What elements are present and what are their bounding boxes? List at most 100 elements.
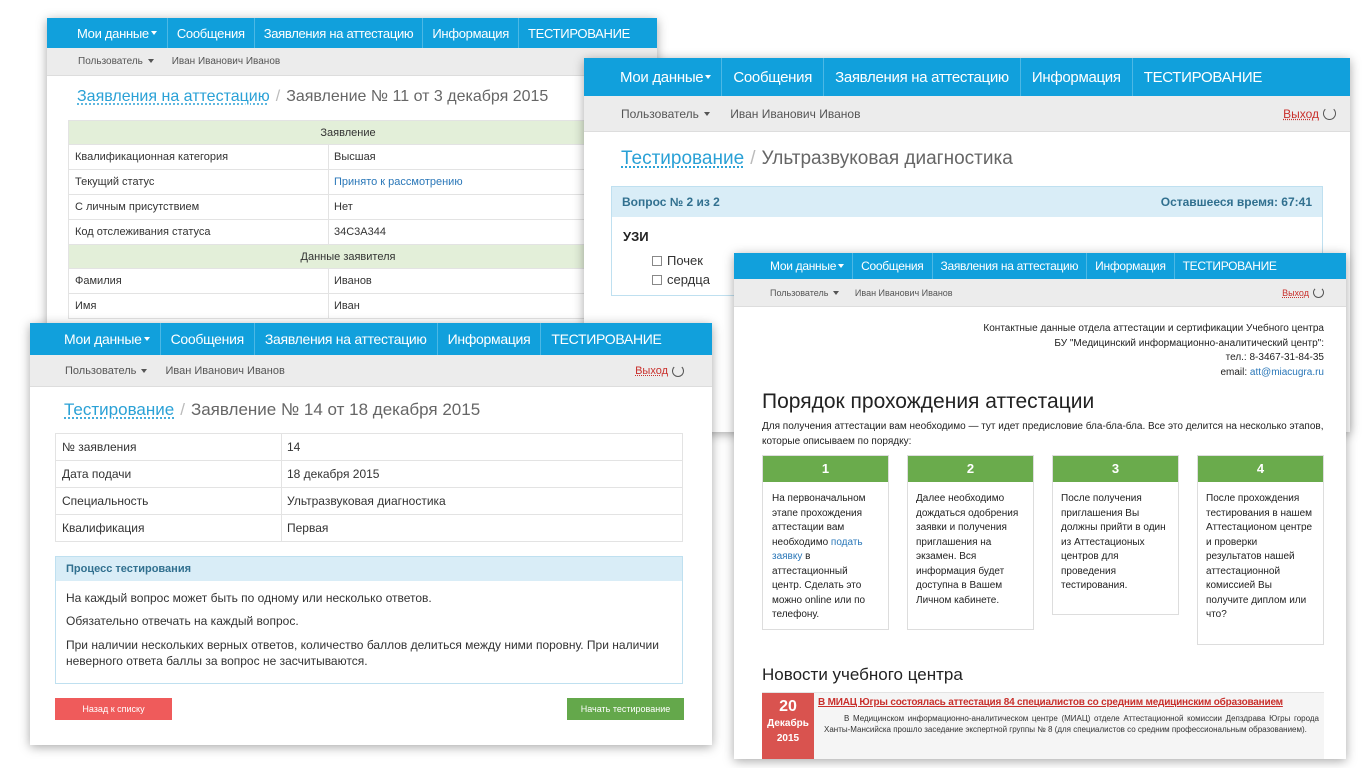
table-row: Квалификация Первая	[55, 514, 683, 542]
breadcrumb-separator: /	[750, 148, 756, 169]
step-text: После получения приглашения Вы должны пр…	[1061, 493, 1166, 591]
start-testing-button[interactable]: Начать тестирование	[567, 698, 684, 720]
nav-messages-label: Сообщения	[170, 331, 245, 347]
nav-applications[interactable]: Заявления на аттестацию	[255, 18, 424, 48]
row-label: Фамилия	[68, 268, 329, 294]
window-info-page: Мои данные Сообщения Заявления на аттест…	[734, 253, 1346, 759]
logout-label: Выход	[635, 364, 668, 377]
answer-option[interactable]: Почек	[652, 253, 703, 268]
nav-my-data[interactable]: Мои данные	[30, 323, 161, 355]
step-card-1: 1 На первоначальном этапе прохождения ат…	[762, 455, 889, 630]
nav-applications-label: Заявления на аттестацию	[264, 331, 427, 347]
nav-messages[interactable]: Сообщения	[722, 58, 825, 96]
power-icon	[1313, 287, 1324, 298]
contact-phone: тел.: 8-3467-31-84-35	[1225, 352, 1324, 363]
nav-messages[interactable]: Сообщения	[168, 18, 255, 48]
nav-info[interactable]: Информация	[438, 323, 542, 355]
step-text: На первоначальном этапе прохождения атте…	[763, 482, 888, 623]
nav-messages[interactable]: Сообщения	[161, 323, 255, 355]
checkbox[interactable]	[652, 274, 662, 285]
nav-testing[interactable]: ТЕСТИРОВАНИЕ	[541, 323, 671, 355]
row-label: Текущий статус	[68, 169, 329, 195]
news-title-link[interactable]: В МИАЦ Югры состоялась аттестация 84 спе…	[818, 697, 1324, 708]
answer-option[interactable]: сердца	[652, 272, 710, 287]
contact-line-1: Контактные данные отдела аттестации и се…	[983, 323, 1324, 334]
logout-button[interactable]: Выход	[1283, 107, 1336, 121]
sub-nav: Пользователь Иван Иванович Иванов	[47, 48, 657, 76]
table-row: Квалификационная категория Высшая	[68, 144, 628, 170]
user-menu[interactable]: Пользователь	[65, 365, 148, 377]
nav-my-data-label: Мои данные	[620, 68, 704, 86]
back-to-list-button[interactable]: Назад к списку	[55, 698, 172, 720]
top-nav: Мои данные Сообщения Заявления на аттест…	[734, 253, 1346, 279]
step-number: 3	[1053, 456, 1178, 482]
breadcrumb-separator: /	[180, 400, 185, 419]
table-row: Фамилия Иванов	[68, 268, 628, 294]
nav-info[interactable]: Информация	[423, 18, 519, 48]
step-text: Далее необходимо дождаться одобрения зая…	[916, 493, 1019, 606]
row-value: Нет	[328, 194, 628, 220]
table-row: Код отслеживания статуса 34C3A344	[68, 219, 628, 245]
user-menu[interactable]: Пользователь	[78, 56, 154, 67]
table-row: Текущий статус Принято к рассмотрению	[68, 169, 628, 195]
nav-my-data[interactable]: Мои данные	[47, 18, 168, 48]
nav-messages-label: Сообщения	[861, 259, 924, 273]
chevron-down-icon	[141, 368, 148, 373]
logout-button[interactable]: Выход	[635, 364, 684, 377]
nav-messages[interactable]: Сообщения	[853, 253, 933, 279]
sub-nav: Пользователь Иван Иванович Иванов Выход	[584, 96, 1350, 132]
contact-email-label: email:	[1220, 366, 1248, 378]
nav-my-data[interactable]: Мои данные	[584, 58, 723, 96]
checkbox[interactable]	[652, 255, 662, 266]
row-value: Иван	[328, 293, 628, 319]
row-label: Квалификационная категория	[68, 144, 329, 170]
news-heading: Новости учебного центра	[762, 665, 963, 684]
news-text: В Медицинском информационно-аналитическо…	[824, 714, 1319, 734]
status-link[interactable]: Принято к рассмотрению	[328, 169, 628, 195]
nav-testing[interactable]: ТЕСТИРОВАНИЕ	[1175, 253, 1285, 279]
nav-messages-label: Сообщения	[176, 25, 245, 41]
nav-testing[interactable]: ТЕСТИРОВАНИЕ	[519, 18, 639, 48]
news-item[interactable]: 20 Декабрь 2015 В МИАЦ Югры состоялась а…	[762, 692, 1324, 759]
sub-nav: Пользователь Иван Иванович Иванов Выход	[734, 279, 1346, 307]
step-number: 2	[908, 456, 1033, 482]
nav-testing-label: ТЕСТИРОВАНИЕ	[1182, 259, 1277, 273]
section-title: Заявление	[68, 120, 628, 145]
nav-applications[interactable]: Заявления на аттестацию	[933, 253, 1088, 279]
row-value: Высшая	[328, 144, 628, 170]
contact-block: Контактные данные отдела аттестации и се…	[983, 322, 1324, 380]
row-label: Квалификация	[55, 514, 282, 542]
breadcrumb-link[interactable]: Заявления на аттестацию	[77, 88, 270, 105]
logout-button[interactable]: Выход	[1282, 287, 1324, 298]
row-label: Код отслеживания статуса	[68, 219, 329, 245]
step-card-2: 2 Далее необходимо дождаться одобрения з…	[907, 455, 1034, 630]
nav-applications[interactable]: Заявления на аттестацию	[255, 323, 438, 355]
nav-info[interactable]: Информация	[1021, 58, 1133, 96]
breadcrumb: Тестирование / Ультразвуковая диагностика	[621, 148, 1013, 170]
table-row: Специальность Ультразвуковая диагностика	[55, 487, 683, 515]
nav-testing[interactable]: ТЕСТИРОВАНИЕ	[1133, 58, 1273, 96]
row-label: Имя	[68, 293, 329, 319]
user-menu[interactable]: Пользователь	[770, 288, 839, 298]
chevron-down-icon	[143, 337, 150, 341]
contact-email-link[interactable]: att@miacugra.ru	[1250, 367, 1324, 378]
section-header: Заявление	[68, 120, 628, 145]
back-button-label: Назад к списку	[82, 704, 145, 714]
question-title: УЗИ	[623, 229, 649, 244]
breadcrumb-link[interactable]: Тестирование	[64, 400, 174, 419]
nav-applications-label: Заявления на аттестацию	[940, 259, 1079, 273]
step-card-3: 3 После получения приглашения Вы должны …	[1052, 455, 1179, 615]
user-menu[interactable]: Пользователь	[621, 107, 711, 121]
chevron-down-icon	[705, 75, 712, 79]
question-number: Вопрос № 2 из 2	[622, 195, 720, 209]
user-menu-label: Пользователь	[78, 56, 143, 67]
answer-label: сердца	[667, 272, 710, 287]
breadcrumb-link[interactable]: Тестирование	[621, 148, 744, 169]
nav-my-data[interactable]: Мои данные	[734, 253, 854, 279]
row-value: 14	[281, 433, 683, 461]
nav-info-label: Информация	[1095, 259, 1166, 273]
row-value: 34C3A344	[328, 219, 628, 245]
nav-info[interactable]: Информация	[1087, 253, 1175, 279]
nav-applications[interactable]: Заявления на аттестацию	[824, 58, 1021, 96]
top-nav: Мои данные Сообщения Заявления на аттест…	[30, 323, 712, 355]
